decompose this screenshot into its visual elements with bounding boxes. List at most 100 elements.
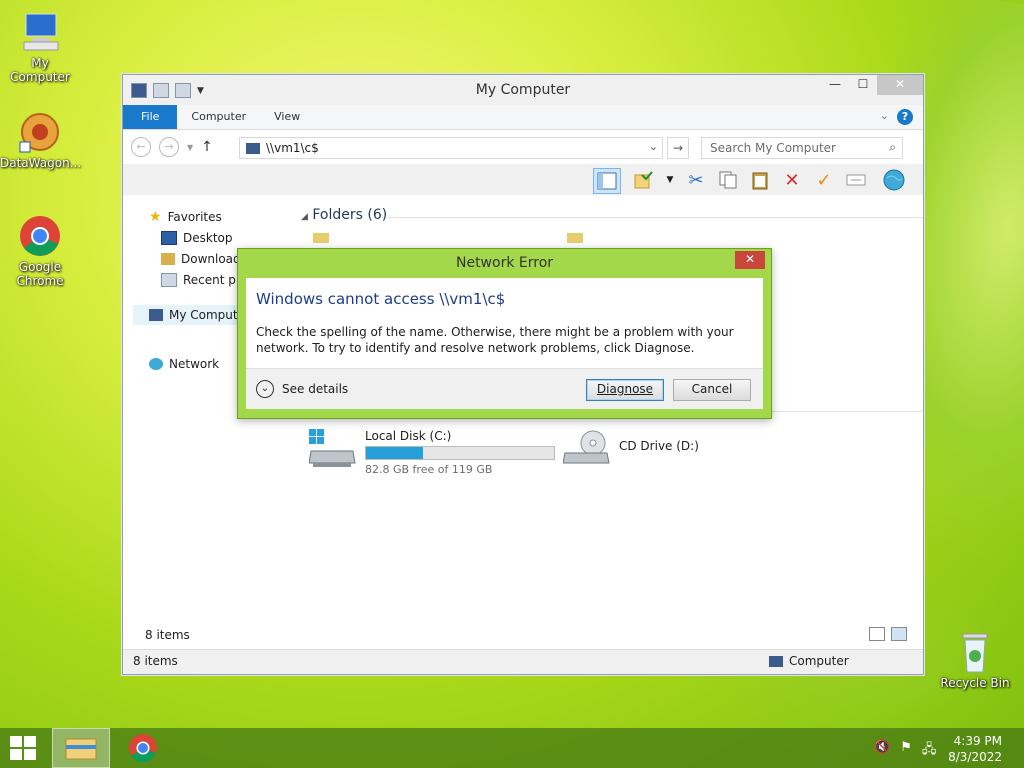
maximize-button[interactable]: ☐ [849,75,877,95]
chevron-down-icon[interactable]: ⌄ [649,140,658,153]
dialog-heading: Windows cannot access \\vm1\c$ [256,290,506,308]
computer-icon [149,309,163,321]
ribbon-tabs: File Computer View ⌄ ? [123,105,923,130]
hard-drive-icon [309,429,356,467]
go-button[interactable]: → [667,137,689,159]
recycle-bin-icon [953,630,997,674]
status-bar-inner: 8 items [123,625,923,649]
status-bar: 8 items Computer [123,649,923,674]
delete-icon[interactable]: ✕ [779,168,805,192]
help-icon[interactable]: ? [897,109,913,125]
chrome-icon [129,734,157,763]
search-placeholder: Search My Computer [710,141,836,155]
clock-date: 8/3/2022 [948,750,1002,764]
taskbar: 🔇 ⚑ 🖧 4:39 PM 8/3/2022 [0,728,1024,768]
nav-item-network[interactable]: Network [149,357,219,371]
close-button[interactable]: ✕ [877,75,923,95]
cd-drive-icon [563,430,610,464]
command-toolbar: ▼ ✂ ✕ ✓ [123,164,923,197]
datawagon-icon [18,110,62,154]
diagnose-button[interactable]: Diagnose [586,379,664,401]
tab-computer[interactable]: Computer [177,105,260,129]
taskbar-chrome[interactable] [114,728,172,768]
address-path: \\vm1\c$ [266,141,319,155]
network-status-icon[interactable]: 🖧 [922,740,937,762]
search-input[interactable]: Search My Computer ⌕ [701,137,903,159]
computer-icon [246,142,260,154]
see-details-label: See details [282,382,349,396]
address-row: ← → ▼ ↑ \\vm1\c$ ⌄ → Search My Computer … [123,130,923,164]
desktop-icon-label: Recycle Bin [940,676,1010,690]
desktop-icon-google-chrome[interactable]: Google Chrome [0,214,80,288]
window-title: My Computer [475,82,571,98]
computer-icon [18,10,62,54]
action-center-flag-icon[interactable]: ⚑ [900,740,912,762]
item-count: 8 items [133,654,178,668]
tab-file[interactable]: File [123,105,178,129]
file-explorer-icon [65,738,97,760]
chevron-down-icon: ⌄ [256,380,274,398]
dialog-message: Check the spelling of the name. Otherwis… [256,325,734,355]
nav-label: Network [169,357,220,371]
system-tray: 🔇 ⚑ 🖧 [874,740,936,762]
chevron-down-icon[interactable]: ▼ [657,168,683,192]
drive-cd-d[interactable]: CD Drive (D:) [563,429,699,469]
globe-icon[interactable] [881,168,907,192]
dialog-close-button[interactable]: ✕ [735,251,765,269]
nav-label: Desktop [183,231,233,245]
cancel-button[interactable]: Cancel [673,379,751,401]
back-button[interactable]: ← [131,137,151,157]
large-icons-view-icon[interactable] [891,627,907,641]
dialog-title: Network Error [455,255,554,271]
details-view-icon[interactable] [869,627,885,641]
computer-icon [769,655,783,667]
desktop-icon [161,231,177,245]
desktop-icon-recycle-bin[interactable]: Recycle Bin [935,630,1015,690]
drive-local-disk-c[interactable]: Local Disk (C:) 82.8 GB free of 119 GB [309,429,555,476]
nav-item-desktop[interactable]: Desktop [161,231,233,245]
star-icon: ★ [149,209,162,225]
rename-icon[interactable] [843,168,869,192]
windows-logo-icon [10,736,22,747]
address-bar[interactable]: \\vm1\c$ ⌄ [239,137,663,159]
nav-item-favorites[interactable]: ★ Favorites [149,209,222,225]
recent-places-icon [161,273,177,287]
volume-muted-icon[interactable]: 🔇 [874,740,890,762]
folder-options-icon[interactable] [631,168,657,192]
folder-icon[interactable] [567,233,583,243]
paste-icon[interactable] [747,168,773,192]
search-icon: ⌕ [889,140,896,154]
network-icon [149,358,163,370]
folders-group-header[interactable]: ◢ Folders (6) [301,207,387,223]
up-button[interactable]: ↑ [201,139,213,155]
tab-view[interactable]: View [260,105,314,129]
start-button[interactable] [10,736,36,760]
clock[interactable]: 4:39 PM 8/3/2022 [948,733,1002,765]
properties-check-icon[interactable]: ✓ [811,168,837,192]
desktop-icon-datawagon[interactable]: DataWagon... [0,110,81,170]
cut-icon[interactable]: ✂ [683,168,709,192]
desktop-icon-label: Google Chrome [16,260,64,288]
chevron-down-icon[interactable]: ⌄ [880,109,889,122]
desktop-icon-label: My Computer [10,56,70,84]
title-bar[interactable]: ▼ My Computer — ☐ ✕ [123,75,923,105]
desktop-icon-my-computer[interactable]: My Computer [0,10,80,84]
chrome-icon [18,214,62,258]
preview-pane-icon[interactable] [593,168,621,194]
drive-usage-bar [365,446,555,460]
folder-icon[interactable] [313,233,329,243]
drive-name: Local Disk (C:) [365,429,452,443]
downloads-icon [161,253,175,265]
see-details-toggle[interactable]: ⌄ See details [256,380,348,398]
recent-locations-icon[interactable]: ▼ [187,143,193,152]
status-location: Computer [789,654,849,668]
forward-button[interactable]: → [159,137,179,157]
taskbar-file-explorer[interactable] [52,728,110,768]
copy-icon[interactable] [715,168,741,192]
nav-item-downloads[interactable]: Downloads [161,252,247,266]
nav-label: Favorites [167,210,222,224]
drive-free-space: 82.8 GB free of 119 GB [365,463,493,476]
drive-name: CD Drive (D:) [619,439,699,453]
minimize-button[interactable]: — [821,75,849,95]
clock-time: 4:39 PM [953,734,1002,748]
